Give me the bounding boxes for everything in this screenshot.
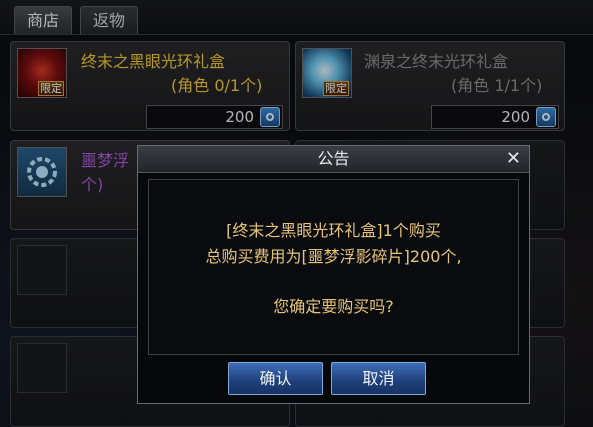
purchase-confirm-dialog: 公告 ✕ [终末之黑眼光环礼盒]1个购买 总购买费用为[噩梦浮影碎片]200个,…: [137, 145, 530, 404]
cancel-button[interactable]: 取消: [331, 362, 426, 395]
dialog-title: 公告: [317, 149, 350, 168]
dialog-message-line: 总购买费用为[噩梦浮影碎片]200个,: [205, 247, 462, 266]
dialog-message-box: [终末之黑眼光环礼盒]1个购买 总购买费用为[噩梦浮影碎片]200个, 您确定要…: [148, 179, 519, 355]
confirm-button[interactable]: 确认: [228, 362, 323, 395]
dialog-message-line: [终末之黑眼光环礼盒]1个购买: [226, 221, 441, 240]
close-icon[interactable]: ✕: [506, 147, 521, 171]
dialog-question: 您确定要购买吗?: [273, 297, 394, 316]
dialog-title-bar: 公告 ✕: [138, 146, 529, 173]
